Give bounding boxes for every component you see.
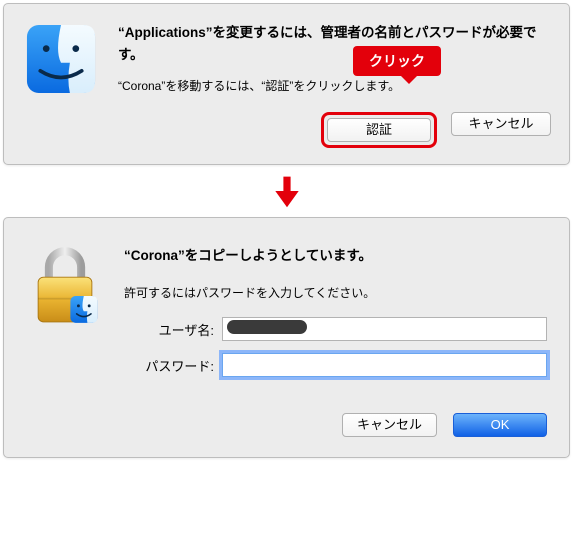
redacted-username (227, 320, 307, 334)
dialog-title: “Corona”をコピーしようとしています。 (124, 244, 547, 264)
click-callout: クリック (353, 46, 441, 76)
ok-button[interactable]: OK (453, 413, 547, 437)
dialog-title: “Applications”を変更するには、管理者の名前とパスワードが必要です。 (118, 22, 551, 65)
username-field[interactable] (222, 317, 547, 341)
password-field[interactable] (222, 353, 547, 377)
finder-icon (24, 22, 98, 96)
lock-icon (28, 244, 102, 333)
cancel-button[interactable]: キャンセル (451, 112, 551, 136)
password-dialog: “Corona”をコピーしようとしています。 許可するにはパスワードを入力してく… (3, 217, 570, 458)
highlight-ring: 認証 (321, 112, 437, 148)
cancel-button[interactable]: キャンセル (342, 413, 437, 437)
dialog-description: “Corona”を移動するには、“認証”をクリックします。 (118, 77, 551, 95)
username-label: ユーザ名: (124, 320, 214, 339)
dialog-description: 許可するにはパスワードを入力してください。 (124, 284, 547, 301)
arrow-down-icon (3, 173, 570, 209)
auth-prompt-dialog: “Applications”を変更するには、管理者の名前とパスワードが必要です。… (3, 3, 570, 165)
password-label: パスワード: (124, 356, 214, 375)
authenticate-button[interactable]: 認証 (327, 118, 431, 142)
